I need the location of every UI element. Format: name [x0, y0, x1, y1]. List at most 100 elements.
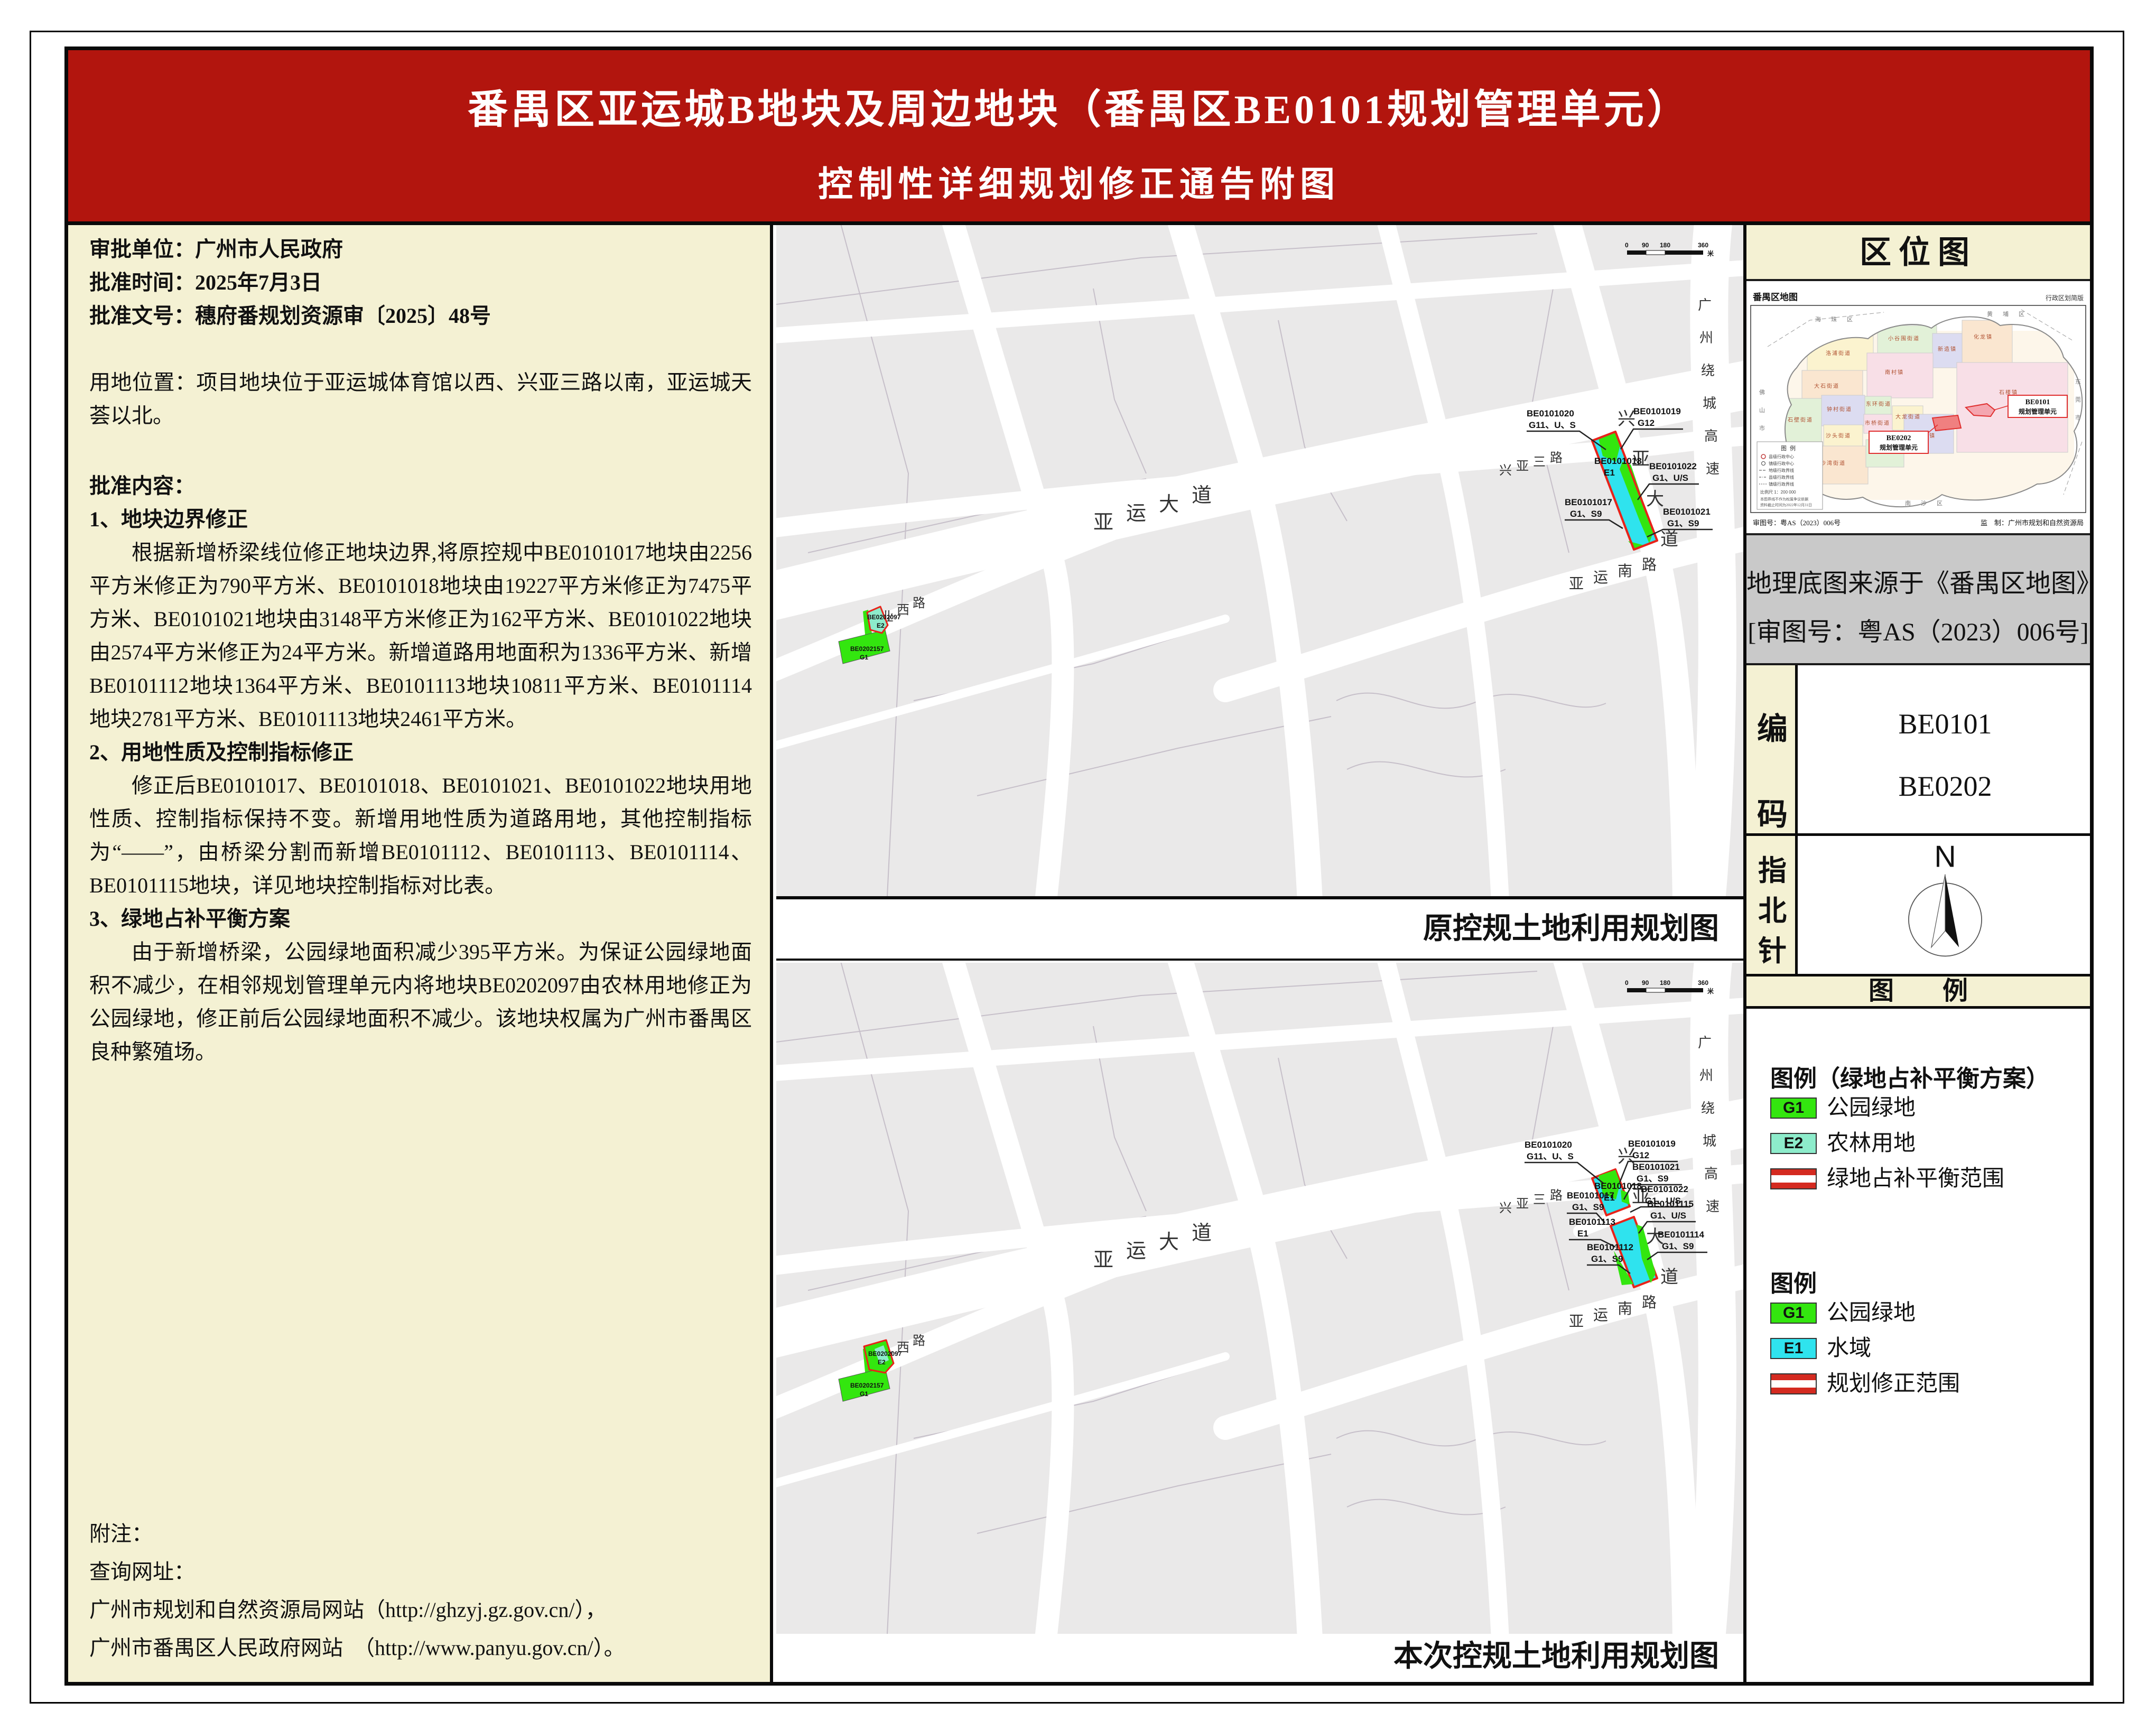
district-map-subtitle: 行政区划简版 — [2046, 294, 2084, 302]
neighbor-foshan: 佛山市 — [1759, 389, 1769, 432]
location-map-title: 区位图 — [1746, 225, 2090, 281]
scalebar-unit: 米 — [1707, 987, 1714, 995]
unit-code-row: 编码 BE0101 BE0202 — [1746, 665, 2090, 833]
label-BE0202097: BE0202097 — [868, 1350, 902, 1357]
unit-BE0101-code: BE0101 — [2025, 398, 2050, 406]
neighbor-huangpu: 黄埔区 — [1987, 310, 2029, 318]
label-BE0101019: BE0101019 — [1633, 406, 1681, 416]
section3-heading: 3、绿地占补平衡方案 — [89, 902, 752, 935]
legend2-park-green: 公园绿地 — [1827, 1301, 1916, 1325]
unit-BE0202-area — [1932, 415, 1961, 431]
district-dalong: 大龙街道 — [1895, 413, 1921, 420]
approval-info-panel: 审批单位：广州市人民政府 批准时间：2025年7月3日 批准文号：穗府番规划资源… — [68, 225, 773, 1682]
label-BE0101020: BE0101020 — [1527, 408, 1574, 418]
label-BE0101021-use: G1、S9 — [1667, 518, 1699, 528]
maps-column: 亚运大道 兴亚三路 兴亚大道 亚运南路 兴业西路 广州绕城高速 0 90 180… — [776, 225, 1743, 1682]
label-BE0202097-use: E2 — [877, 622, 885, 629]
legend-prefecture-line: 地级行政界线 — [1769, 468, 1794, 473]
label-BE0101018-use: E1 — [1604, 1193, 1615, 1203]
legend1-title: 图例（绿地占补平衡方案） — [1770, 1059, 2049, 1093]
neighbor-haizhu: 海珠区 — [1815, 315, 1857, 323]
north-arrow: N — [1882, 839, 2009, 971]
label-BE0101021: BE0101021 — [1663, 507, 1711, 517]
label-BE0101112: BE0101112 — [1587, 1242, 1633, 1252]
legend-swatch-e1-code: E1 — [1784, 1340, 1804, 1357]
approval-date: 批准时间：2025年7月3日 — [89, 266, 752, 299]
label-BE0202157: BE0202157 — [850, 645, 884, 653]
map1-caption: 原控规土地利用规划图 — [776, 896, 1743, 961]
district-zhongcun: 钟村街道 — [1827, 406, 1852, 413]
location-map-svg: 番禺区地图 行政区划简版 — [1746, 283, 2090, 533]
unit-code-label: 编码 — [1756, 686, 1789, 858]
section2-heading: 2、用地性质及控制指标修正 — [89, 736, 752, 769]
legend-town-line: 镇级行政界线 — [1769, 481, 1794, 487]
scalebar-360: 360 — [1698, 979, 1708, 987]
map-revised-plan: 亚运大道 兴亚三路 兴亚大道 亚运南路 兴业西路 广州绕城高速 0 90 180… — [776, 963, 1743, 1634]
district-shawan: 沙湾街道 — [1820, 460, 1846, 467]
legend1-farm-forest: 农林用地 — [1827, 1132, 1916, 1155]
district-xiaoguwei: 小谷围街道 — [1888, 335, 1920, 342]
compass-row: 指北针 N — [1746, 833, 2090, 974]
neighbor-nansha: 南沙区 — [1905, 500, 1947, 507]
page-title-line1: 番禺区亚运城B地块及周边地块（番禺区BE0101规划管理单元） — [68, 77, 2090, 135]
district-shatou: 沙头街道 — [1826, 432, 1851, 439]
notes-block: 附注： 查询网址： 广州市规划和自然资源局网站（http://ghzyj.gz.… — [89, 1515, 752, 1667]
label-BE0101018-use: E1 — [1604, 468, 1615, 478]
district-map-title: 番禺区地图 — [1752, 292, 1798, 302]
scalebar-90: 90 — [1642, 241, 1649, 249]
notes-heading: 附注： — [89, 1515, 752, 1553]
land-location: 用地位置：项目地块位于亚运城体育馆以西、兴亚三路以南，亚运城天荟以北。 — [89, 366, 752, 432]
map2-caption: 本次控规土地利用规划图 — [776, 1634, 1743, 1682]
district-legend-title: 图例 — [1781, 444, 1799, 452]
legend1-park-green: 公园绿地 — [1827, 1096, 1916, 1120]
label-BE0101115: BE0101115 — [1647, 1199, 1694, 1209]
legend-town-center: 镇级行政中心 — [1769, 461, 1794, 466]
unit-BE0202-code: BE0202 — [1886, 434, 1911, 442]
content-heading: 批准内容： — [89, 469, 752, 503]
label-BE0101112-use: G1、S9 — [1591, 1254, 1623, 1264]
scalebar-360: 360 — [1698, 241, 1708, 249]
district-hualong: 化龙镇 — [1974, 333, 1993, 340]
legend-note1: 本图界线不作为权属争议依据 — [1760, 497, 1808, 501]
label-BE0101114-use: G1、S9 — [1662, 1241, 1694, 1251]
scalebar-0: 0 — [1625, 979, 1629, 987]
legend-swatch-g1-code: G1 — [1783, 1099, 1804, 1117]
district-map-approval-no: 审图号：粤AS（2023）006号 — [1753, 519, 1841, 527]
legend-swatch-g1b: G1 — [1770, 1303, 1817, 1324]
map2-svg: 亚运大道 兴亚三路 兴亚大道 亚运南路 兴业西路 广州绕城高速 0 90 180… — [776, 963, 1743, 1634]
query-heading: 查询网址： — [89, 1553, 752, 1591]
label-BE0101114: BE0101114 — [1658, 1230, 1704, 1240]
district-nancun: 南村镇 — [1885, 369, 1904, 376]
district-map-legend: 图例 县级行政中心 镇级行政中心 地级行政界线 县级行政界线 镇级行政界线 比例… — [1757, 442, 1823, 509]
legend1-balance-range: 绿地占补平衡范围 — [1827, 1167, 2004, 1190]
legend-note2: 资料截止时间为2022年12月31日 — [1760, 503, 1812, 507]
query-link-panyu: 广州市番禺区人民政府网站 （http://www.panyu.gov.cn/）。 — [89, 1629, 752, 1667]
map-original-plan: 亚运大道 兴亚三路 兴亚大道 亚运南路 兴业西路 广州绕城高速 0 90 180… — [776, 225, 1743, 896]
scalebar-unit: 米 — [1707, 249, 1714, 257]
legend2-revision-range: 规划修正范围 — [1827, 1372, 1960, 1396]
unit-BE0202-label: 规划管理单元 — [1880, 443, 1918, 451]
section1-heading: 1、地块边界修正 — [89, 503, 752, 536]
compass-label-cell: 指北针 — [1746, 836, 1798, 974]
label-BE0101113-use: E1 — [1577, 1229, 1588, 1239]
label-BE0101022-use: G1、U/S — [1652, 473, 1688, 483]
district-xinzao: 新造镇 — [1938, 346, 1957, 352]
legend-section-title: 图 例 — [1746, 974, 2090, 1009]
legend-section: 图例（绿地占补平衡方案） G1 公园绿地 E2 农林用地 绿地占补平衡范围 图例… — [1746, 1009, 2090, 1682]
district-shiqiao: 市桥街道 — [1865, 420, 1890, 426]
district-shibi: 石壁街道 — [1788, 416, 1813, 423]
approval-doc-no: 批准文号：穗府番规划资源审〔2025〕48号 — [89, 299, 752, 332]
legend-county-center: 县级行政中心 — [1769, 454, 1794, 459]
label-BE0101113: BE0101113 — [1569, 1217, 1615, 1227]
label-BE0101017: BE0101017 — [1565, 497, 1612, 507]
scalebar-180: 180 — [1660, 241, 1670, 249]
label-BE0101115-use: G1、U/S — [1650, 1211, 1686, 1221]
sidebar: 区位图 番禺区地图 行政区划简版 — [1743, 225, 2090, 1682]
legend-swatch-g1b-code: G1 — [1783, 1304, 1804, 1322]
legend-scale: 比例尺 1：200 000 — [1760, 489, 1796, 495]
label-BE0202157-use: G1 — [860, 654, 868, 661]
label-BE0202097-use: E2 — [878, 1359, 886, 1366]
label-BE0101018: BE0101018 — [1594, 456, 1642, 466]
district-donghuan: 东环街道 — [1866, 401, 1891, 407]
legend-county-line: 县级行政界线 — [1769, 475, 1794, 480]
